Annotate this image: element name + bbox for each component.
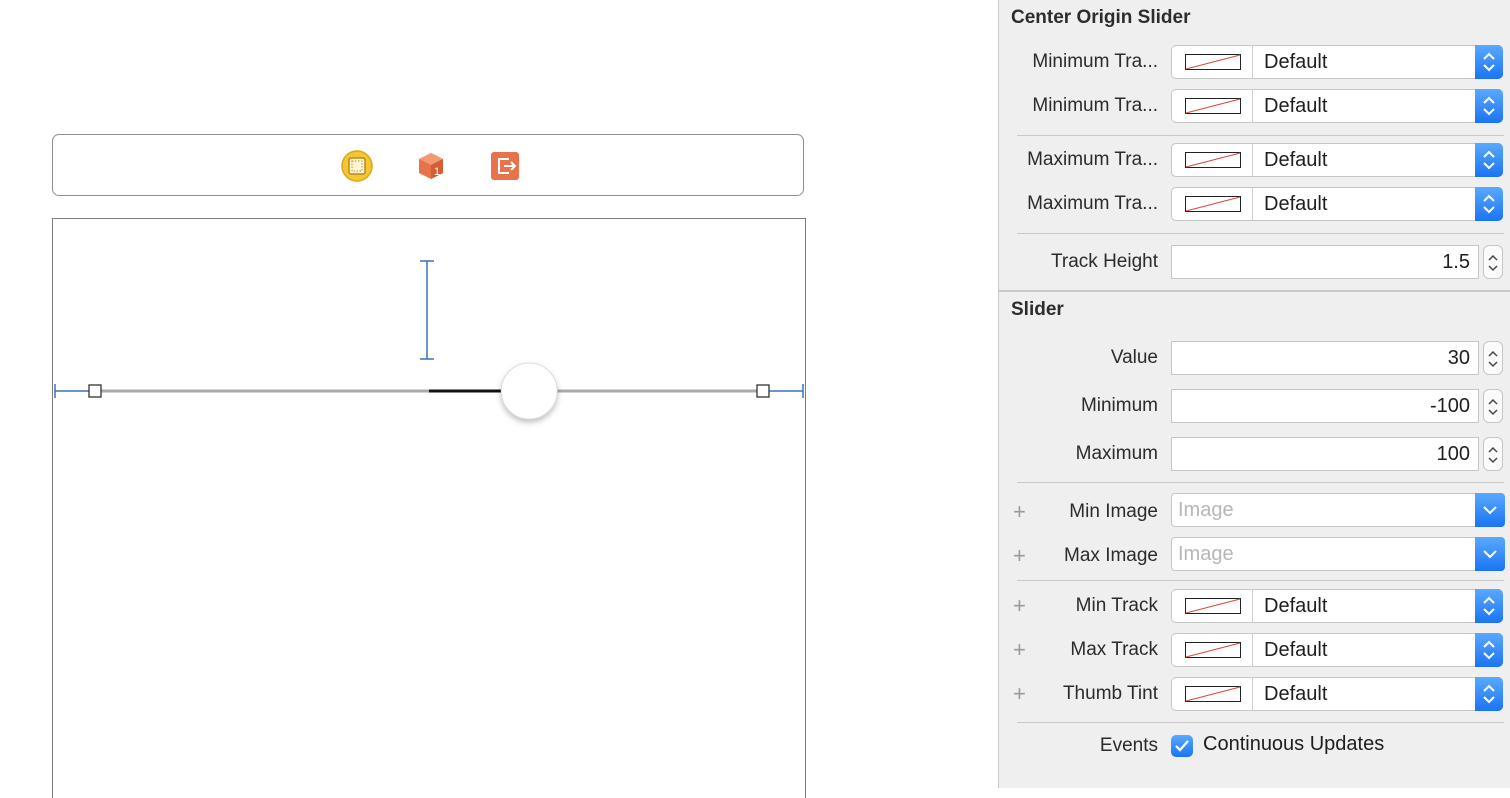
color-swatch[interactable] <box>1172 188 1253 220</box>
events-label: Events <box>1099 735 1158 756</box>
section-title-slider: Slider <box>1011 299 1064 320</box>
add-variation-icon[interactable]: + <box>1013 637 1026 663</box>
continuous-updates-checkbox[interactable] <box>1171 735 1193 757</box>
track-height-value: 1.5 <box>1442 251 1470 273</box>
popup-value: Default <box>1264 595 1328 617</box>
minimum-stepper[interactable] <box>1483 389 1503 423</box>
max-track-label: Max Track <box>1070 639 1158 660</box>
color-swatch[interactable] <box>1172 590 1253 622</box>
value-field[interactable]: 30 <box>1171 341 1479 375</box>
color-swatch[interactable] <box>1172 634 1253 666</box>
maximum-track-color-popup-2[interactable]: Default <box>1171 187 1503 221</box>
divider <box>1017 580 1504 581</box>
add-variation-icon[interactable]: + <box>1013 499 1026 525</box>
track-height-stepper[interactable] <box>1483 245 1503 279</box>
value-field-text: 30 <box>1447 347 1470 369</box>
minimum-track-color-popup-2[interactable]: Default <box>1171 89 1503 123</box>
storyboard-canvas: 1 <box>0 0 998 798</box>
max-image-placeholder: Image <box>1178 543 1234 565</box>
chevron-up-down-icon[interactable] <box>1475 677 1503 711</box>
slider-thumb <box>500 362 558 420</box>
resize-handle-left <box>88 384 102 398</box>
color-swatch[interactable] <box>1172 46 1253 78</box>
min-image-placeholder: Image <box>1178 499 1234 521</box>
thumb-tint-color-popup[interactable]: Default <box>1171 677 1503 711</box>
max-track-color-popup[interactable]: Default <box>1171 633 1503 667</box>
chevron-up-down-icon[interactable] <box>1475 143 1503 177</box>
minimum-track-label-1: Minimum Tra... <box>1032 51 1158 72</box>
continuous-updates-label[interactable]: Continuous Updates <box>1203 733 1384 756</box>
popup-value: Default <box>1264 95 1328 117</box>
divider <box>1017 233 1504 234</box>
min-image-combo[interactable]: Image <box>1171 493 1505 527</box>
maximum-track-label-1: Maximum Tra... <box>1027 149 1158 170</box>
popup-value: Default <box>1264 149 1328 171</box>
maximum-field[interactable]: 100 <box>1171 437 1479 471</box>
divider <box>1017 482 1504 483</box>
popup-value: Default <box>1264 51 1328 73</box>
value-label: Value <box>1110 347 1158 368</box>
value-stepper[interactable] <box>1483 341 1503 375</box>
maximum-track-color-popup-1[interactable]: Default <box>1171 143 1503 177</box>
resize-handle-right <box>756 384 770 398</box>
min-track-color-popup[interactable]: Default <box>1171 589 1503 623</box>
maximum-stepper[interactable] <box>1483 437 1503 471</box>
attributes-inspector: Center Origin Slider Minimum Tra... Defa… <box>998 0 1510 788</box>
popup-value: Default <box>1264 193 1328 215</box>
chevron-up-down-icon[interactable] <box>1475 89 1503 123</box>
maximum-label: Maximum <box>1075 443 1158 464</box>
maximum-track-label-2: Maximum Tra... <box>1027 193 1158 214</box>
chevron-up-down-icon[interactable] <box>1475 45 1503 79</box>
min-image-label: Min Image <box>1069 501 1158 522</box>
add-variation-icon[interactable]: + <box>1013 681 1026 707</box>
max-image-combo[interactable]: Image <box>1171 537 1505 571</box>
section-divider <box>999 290 1510 292</box>
divider <box>1017 722 1504 723</box>
chevron-up-down-icon[interactable] <box>1475 589 1503 623</box>
center-origin-slider[interactable] <box>0 0 998 788</box>
add-variation-icon[interactable]: + <box>1013 593 1026 619</box>
max-image-label: Max Image <box>1064 545 1158 566</box>
chevron-down-icon[interactable] <box>1475 493 1505 527</box>
maximum-field-text: 100 <box>1436 443 1470 465</box>
minimum-field[interactable]: -100 <box>1171 389 1479 423</box>
color-swatch[interactable] <box>1172 678 1253 710</box>
track-height-field[interactable]: 1.5 <box>1171 245 1479 279</box>
thumb-tint-label: Thumb Tint <box>1062 683 1158 704</box>
chevron-up-down-icon[interactable] <box>1475 187 1503 221</box>
chevron-down-icon[interactable] <box>1475 537 1505 571</box>
add-variation-icon[interactable]: + <box>1013 543 1026 569</box>
minimum-field-text: -100 <box>1429 395 1470 417</box>
min-track-label: Min Track <box>1075 595 1158 616</box>
popup-value: Default <box>1264 639 1328 661</box>
section-title-center-origin-slider: Center Origin Slider <box>1011 7 1191 28</box>
minimum-label: Minimum <box>1080 395 1158 416</box>
divider <box>1017 135 1504 136</box>
color-swatch[interactable] <box>1172 90 1253 122</box>
color-swatch[interactable] <box>1172 144 1253 176</box>
track-height-label: Track Height <box>1051 251 1158 272</box>
chevron-up-down-icon[interactable] <box>1475 633 1503 667</box>
minimum-track-label-2: Minimum Tra... <box>1032 95 1158 116</box>
popup-value: Default <box>1264 683 1328 705</box>
minimum-track-color-popup-1[interactable]: Default <box>1171 45 1503 79</box>
